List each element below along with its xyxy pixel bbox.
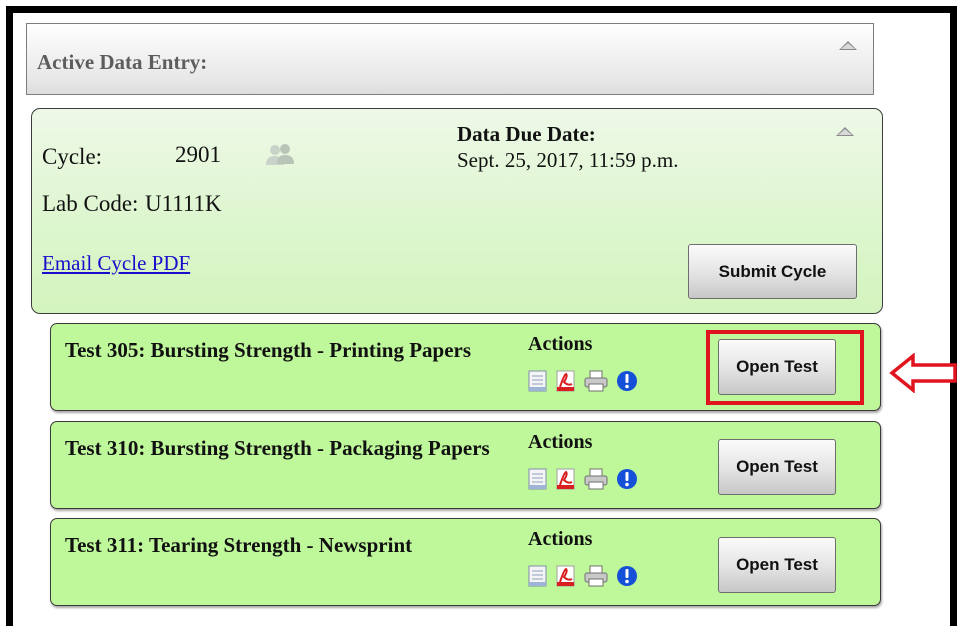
submit-cycle-button[interactable]: Submit Cycle — [688, 244, 857, 299]
header-title: Active Data Entry: — [37, 50, 208, 74]
info-icon[interactable] — [616, 468, 638, 490]
pdf-icon[interactable] — [556, 468, 576, 490]
actions-label: Actions — [528, 333, 593, 355]
left-arrow-icon — [889, 353, 957, 393]
lab-code-label: Lab Code: — [42, 191, 139, 216]
lab-code-value: U1111K — [145, 191, 222, 216]
printer-icon[interactable] — [584, 370, 608, 392]
document-icon[interactable] — [528, 370, 548, 392]
cycle-value: 2901 — [175, 142, 221, 167]
data-due-date-value: Sept. 25, 2017, 11:59 p.m. — [457, 148, 679, 172]
printer-icon[interactable] — [584, 468, 608, 490]
test-row: Test 310: Bursting Strength - Packaging … — [50, 421, 881, 509]
actions-icons — [528, 369, 638, 393]
pdf-icon[interactable] — [556, 370, 576, 392]
test-name: Test 305: Bursting Strength - Printing P… — [65, 338, 472, 362]
document-icon[interactable] — [528, 565, 548, 587]
info-icon[interactable] — [616, 565, 638, 587]
actions-icons — [528, 564, 638, 588]
test-name: Test 310: Bursting Strength - Packaging … — [65, 436, 490, 460]
data-due-date-title: Data Due Date: — [457, 122, 596, 146]
actions-icons — [528, 467, 638, 491]
collapse-triangle-icon[interactable] — [836, 127, 854, 136]
email-cycle-pdf-link[interactable]: Email Cycle PDF — [42, 251, 190, 276]
cycle-label: Cycle: — [42, 144, 103, 169]
actions-label: Actions — [528, 528, 593, 550]
open-test-button[interactable]: Open Test — [718, 439, 836, 495]
cycle-panel: Cycle: 2901 Lab Code: U1111K Data Due Da… — [31, 108, 883, 314]
open-test-button[interactable]: Open Test — [718, 537, 836, 593]
collapse-triangle-icon[interactable] — [839, 41, 857, 50]
actions-label: Actions — [528, 431, 593, 453]
active-data-entry-header[interactable]: Active Data Entry: — [26, 23, 874, 95]
test-row: Test 311: Tearing Strength - Newsprint A… — [50, 518, 881, 606]
highlight-box — [706, 330, 864, 405]
info-icon[interactable] — [616, 370, 638, 392]
pdf-icon[interactable] — [556, 565, 576, 587]
printer-icon[interactable] — [584, 565, 608, 587]
people-icon[interactable] — [265, 143, 295, 167]
document-icon[interactable] — [528, 468, 548, 490]
test-name: Test 311: Tearing Strength - Newsprint — [65, 533, 413, 557]
